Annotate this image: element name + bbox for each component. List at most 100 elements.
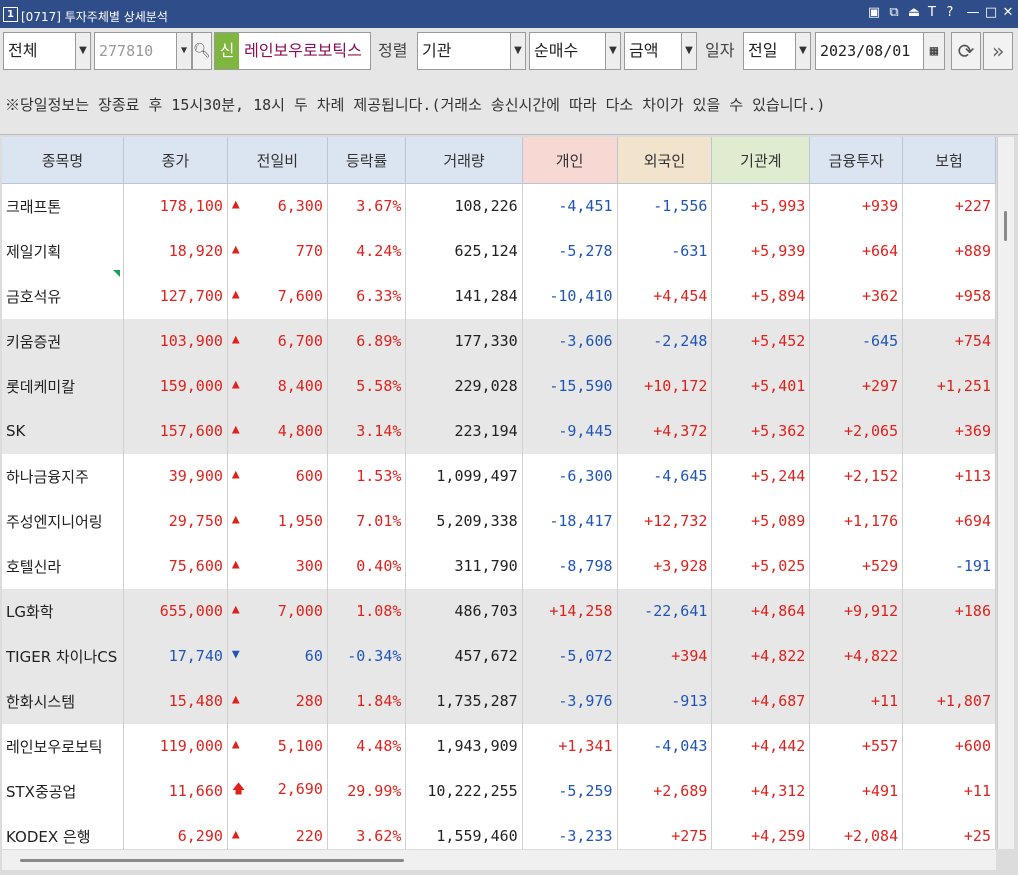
row-financial-investment: +4,822 [809,633,904,679]
up-triangle-icon: ▲ [231,467,240,482]
layout-icon[interactable]: ▣ [866,5,882,20]
market-select[interactable]: 전체 ▼ [3,32,91,70]
change-value: 770 [295,242,323,260]
row-insurance: +889 [902,228,996,274]
scroll-thumb[interactable] [1004,211,1007,241]
maximize-icon[interactable]: □ [983,5,999,20]
table-row[interactable]: 제일기획 18,920 ▲ 770 4.24% 625,124 -5,278 -631 +5,9… [2,228,996,274]
row-change: ▲ 770 [227,228,328,274]
chevron-down-icon[interactable]: ▼ [605,33,620,69]
table-row[interactable]: 한화시스템 15,480 ▲ 280 1.84% 1,735,287 -3,976 -913 +… [2,678,996,724]
change-value: 600 [295,467,323,485]
up-triangle-icon: ▲ [231,332,240,347]
notice-text: ※당일정보는 장종료 후 15시30분, 18시 두 차례 제공됩니다.(거래소… [5,96,826,114]
row-insurance: +369 [902,408,996,454]
restore-link-icon[interactable]: ⧉ [886,5,902,20]
table-row[interactable]: KODEX 은행 6,290 ▲ 220 3.62% 1,559,460 -3,233 +27… [2,813,996,849]
stock-name-field[interactable]: 신 레인보우로보틱스 [214,32,371,70]
header-insurance[interactable]: 보험 [902,137,996,184]
search-icon[interactable]: 🔍︎ [192,32,212,70]
row-institution: +4,312 [711,768,811,814]
row-individual: -8,798 [522,543,618,589]
sort-label: 정렬 [378,41,408,60]
change-value: 7,000 [277,602,323,620]
table-row[interactable]: 호텔신라 75,600 ▲ 300 0.40% 311,790 -8,798 +3,928 +5… [2,543,996,589]
calendar-icon[interactable]: ▦ [923,33,944,69]
chevron-down-icon[interactable]: ▼ [510,33,525,69]
header-foreign[interactable]: 외국인 [617,137,713,184]
table-row[interactable]: 금호석유 127,700 ▲ 7,600 6.33% 141,284 -10,410 +4,4… [2,273,996,319]
row-rate: 4.24% [327,228,407,274]
change-value: 2,690 [277,780,323,798]
change-value: 1,950 [277,512,323,530]
table-row[interactable]: 롯데케미칼 159,000 ▲ 8,400 5.58% 229,028 -15,590 +10… [2,363,996,409]
table-row[interactable]: STX중공업 11,660 🡅 2,690 29.99% 10,222,255 -5,259… [2,768,996,814]
row-close: 103,900 [123,318,228,364]
pin-icon[interactable]: ⏏ [906,5,922,20]
row-change: ▲ 8,400 [227,363,328,409]
table-row[interactable]: 주성엔지니어링 29,750 ▲ 1,950 7.01% 5,209,338 -18,417… [2,498,996,544]
up-triangle-icon: ▲ [231,422,240,437]
row-individual: -5,072 [522,633,618,679]
date-field[interactable]: 2023/08/01 ▦ [815,32,945,70]
table-row[interactable]: 하나금융지주 39,900 ▲ 600 1.53% 1,099,497 -6,300 -4,6… [2,453,996,499]
header-name[interactable]: 종목명 [2,137,124,184]
table-row[interactable]: SK 157,600 ▲ 4,800 3.14% 223,194 -9,445 +4,372 +… [2,408,996,454]
row-individual: -15,590 [522,363,618,409]
row-insurance: +186 [902,588,996,634]
stock-code-field[interactable]: 277810 ▼ [94,32,192,70]
vertical-scrollbar[interactable] [997,137,1014,849]
header-close[interactable]: 종가 [123,137,228,184]
row-rate: 4.48% [327,723,407,769]
scroll-thumb[interactable] [20,859,404,862]
header-institution[interactable]: 기관계 [711,137,811,184]
row-volume: 1,559,460 [405,813,523,849]
row-individual: +1,341 [522,723,618,769]
day-select[interactable]: 전일 ▼ [743,32,811,70]
chevron-down-icon[interactable]: ▼ [681,33,696,69]
change-value: 7,600 [277,287,323,305]
header-volume[interactable]: 거래량 [405,137,523,184]
sort-select[interactable]: 기관 ▼ [417,32,526,70]
close-icon[interactable]: ✕ [1000,5,1016,20]
up-triangle-icon: ▲ [231,557,240,572]
table-row[interactable]: 크래프톤 178,100 ▲ 6,300 3.67% 108,226 -4,451 -1,55… [2,183,996,229]
table-row[interactable]: TIGER 차이나CS 17,740 ▼ 60 -0.34% 457,672 -5,072 +… [2,633,996,679]
row-institution: +4,442 [711,723,811,769]
market-select-value: 전체 [8,41,38,60]
measure-select[interactable]: 순매수 ▼ [529,32,621,70]
row-institution: +5,452 [711,318,811,364]
row-rate: 3.62% [327,813,407,849]
refresh-icon[interactable]: ⟳ [951,32,981,70]
header-financial-investment[interactable]: 금융투자 [809,137,904,184]
row-foreign: -1,556 [617,183,713,229]
row-rate: 1.84% [327,678,407,724]
row-foreign: +3,928 [617,543,713,589]
stock-name-value: 레인보우로보틱스 [244,41,362,60]
chevron-down-icon[interactable]: ▼ [795,33,810,69]
table-row[interactable]: LG화학 655,000 ▲ 7,000 1.08% 486,703 +14,258 -22,… [2,588,996,634]
font-size-icon[interactable]: T [924,5,940,20]
table-header: 종목명 종가 전일비 등락률 거래량 개인 외국인 기관계 금융투자 보험 [2,137,996,184]
row-rate: 6.89% [327,318,407,364]
header-individual[interactable]: 개인 [522,137,618,184]
change-value: 5,100 [277,737,323,755]
horizontal-scrollbar[interactable] [2,850,996,870]
header-rate[interactable]: 등락률 [327,137,407,184]
row-insurance: +11 [902,768,996,814]
row-volume: 177,330 [405,318,523,364]
help-icon[interactable]: ? [942,5,958,20]
header-change[interactable]: 전일비 [227,137,328,184]
minimize-icon[interactable]: — [965,5,981,20]
double-chevron-right-icon[interactable]: » [983,32,1013,70]
row-volume: 1,099,497 [405,453,523,499]
unit-select[interactable]: 금액 ▼ [624,32,697,70]
chevron-down-icon[interactable]: ▼ [75,33,90,69]
chevron-down-icon[interactable]: ▼ [176,33,191,69]
row-foreign: +275 [617,813,713,849]
row-rate: 0.40% [327,543,407,589]
row-volume: 10,222,255 [405,768,523,814]
table-row[interactable]: 레인보우로보틱 119,000 ▲ 5,100 4.48% 1,943,909 +1,341… [2,723,996,769]
down-triangle-icon: ▼ [231,647,240,662]
table-row[interactable]: 키움증권 103,900 ▲ 6,700 6.89% 177,330 -3,606 -2,24… [2,318,996,364]
